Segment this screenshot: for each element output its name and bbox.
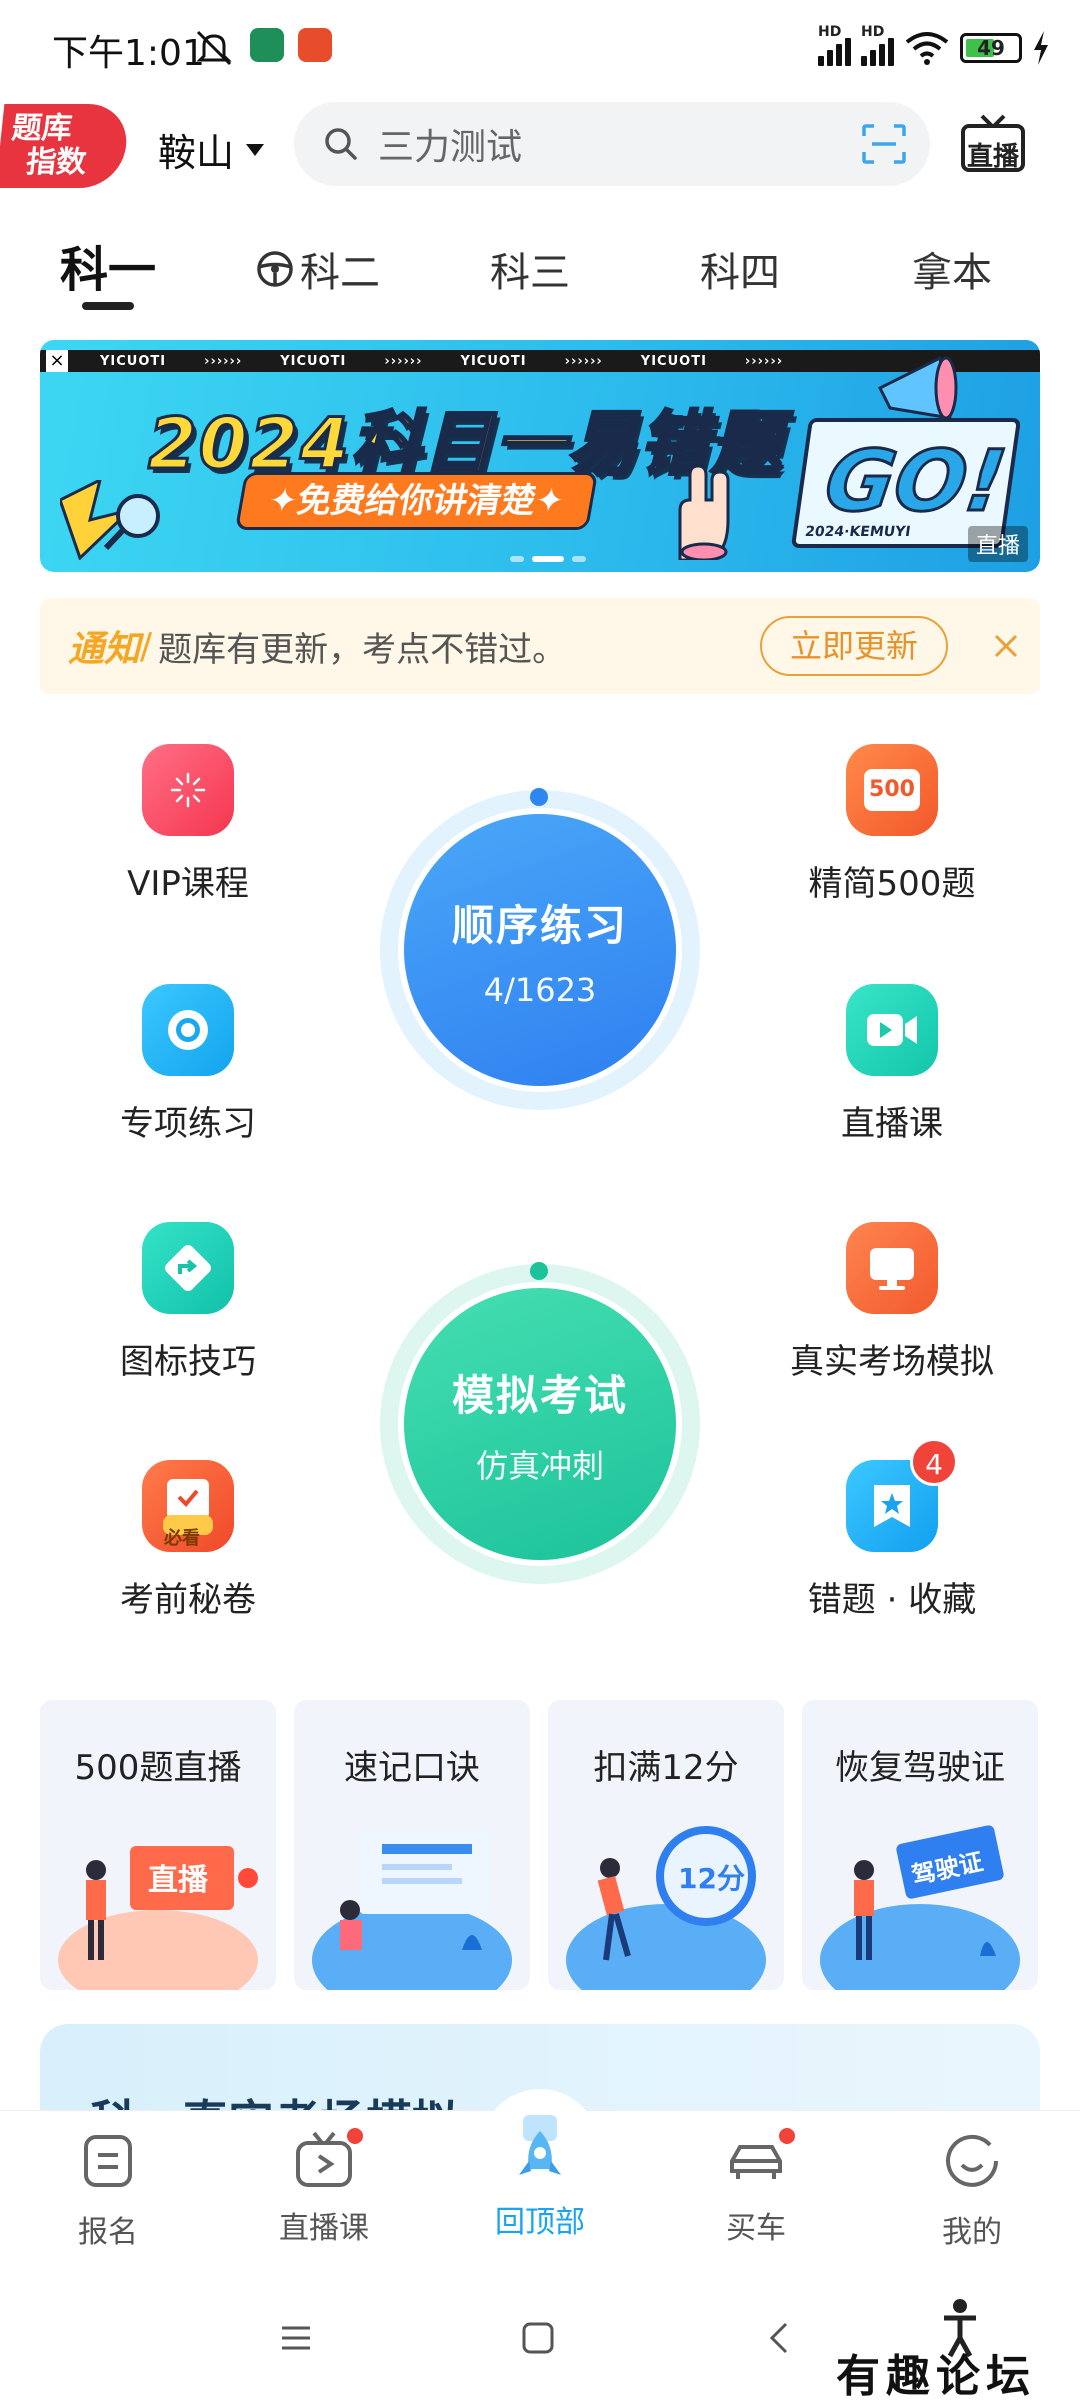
tab-subject-3[interactable]: 科三	[490, 240, 570, 298]
card-memory-tips[interactable]: 速记口诀	[294, 1700, 530, 1990]
nav-live-course[interactable]: 直播课	[244, 2125, 404, 2247]
target-icon	[142, 984, 234, 1076]
city-label: 鞍山	[158, 131, 235, 175]
document-icon	[84, 2135, 132, 2187]
card-500-live[interactable]: 500题直播 直播	[40, 1700, 276, 1990]
status-bar: 下午1:01 HD HD 49	[0, 0, 1080, 96]
banner-subtitle: ✦免费给你讲清楚✦	[234, 472, 599, 530]
real-exam-simulation-button[interactable]: 真实考场模拟	[772, 1222, 1012, 1383]
progress-dot	[530, 788, 548, 806]
wifi-icon	[905, 32, 949, 65]
header: 题库 指数 鞍山 三力测试 直播	[0, 100, 1080, 192]
notice-text: 题库有更新，考点不错过。	[158, 629, 567, 670]
search-bar[interactable]: 三力测试	[294, 102, 930, 186]
active-tab-indicator	[82, 302, 134, 310]
points-illustration: 12分	[566, 1826, 766, 1990]
rocket-icon	[519, 2115, 561, 2175]
special-practice-button[interactable]: 专项练习	[68, 984, 308, 1145]
license-illustration: 驾驶证	[820, 1825, 1020, 1990]
question-bank-index-badge[interactable]: 题库 指数	[0, 104, 131, 188]
live-illustration: 直播	[58, 1846, 258, 1990]
update-notice: 通知 / 题库有更新，考点不错过。 立即更新	[40, 598, 1040, 694]
study-illustration	[312, 1830, 512, 1990]
card-12-points[interactable]: 扣满12分 12分	[548, 1700, 784, 1990]
steering-wheel-icon	[257, 251, 293, 287]
live-course-button[interactable]: 直播课	[772, 984, 1012, 1145]
bottom-navigation: 报名 直播课 回顶部 买车 我的	[0, 2089, 1080, 2260]
tab-subject-1[interactable]: 科一	[60, 230, 156, 300]
mistakes-count-badge: 4	[910, 1438, 958, 1486]
home-icon[interactable]	[514, 2314, 562, 2362]
app-notification-icon-2	[298, 28, 332, 62]
mistakes-favorites-button[interactable]: 4 错题 · 收藏	[772, 1438, 1012, 1621]
sequential-practice-title: 顺序练习	[451, 900, 628, 950]
live-tv-button[interactable]: 直播	[960, 114, 1026, 174]
mock-exam-button[interactable]: 模拟考试 仿真冲刺	[380, 1262, 700, 1584]
sequential-progress: 4/1623	[483, 970, 597, 1009]
magnifier-illustration-icon	[60, 480, 160, 560]
app-notification-icon	[250, 28, 284, 62]
back-icon[interactable]	[756, 2314, 804, 2362]
scan-icon[interactable]	[860, 122, 908, 166]
smile-icon	[946, 2134, 998, 2187]
notification-dot	[776, 2125, 798, 2147]
caret-down-icon	[246, 143, 265, 156]
mute-icon	[196, 30, 232, 66]
search-icon	[325, 128, 357, 160]
mock-exam-title: 模拟考试	[451, 1370, 628, 1420]
signal-icon: HD	[818, 24, 851, 66]
promo-banner[interactable]: YICUOTI ›››››› YICUOTI ›››››› YICUOTI ›››››…	[40, 340, 1040, 572]
sign-tips-button[interactable]: 图标技巧	[68, 1222, 308, 1383]
banner-close-icon[interactable]: ×	[46, 350, 68, 372]
signal-icon-2: HD	[861, 24, 894, 66]
tab-subject-4[interactable]: 科四	[700, 240, 780, 298]
search-input[interactable]: 三力测试	[378, 118, 522, 170]
nav-profile[interactable]: 我的	[892, 2131, 1052, 2251]
battery-icon: 49	[960, 33, 1022, 63]
svg-text:直播: 直播	[148, 1863, 209, 1898]
tab-license[interactable]: 拿本	[912, 240, 992, 298]
sequential-practice-button[interactable]: 顺序练习 4/1623	[380, 788, 700, 1110]
forum-watermark: 有趣论坛	[836, 2351, 1036, 2400]
progress-dot	[530, 1262, 548, 1280]
nav-back-to-top[interactable]: 回顶部	[460, 2111, 620, 2241]
banner-live-tag: 直播	[967, 526, 1028, 562]
notification-dot	[344, 2125, 366, 2147]
menu-icon[interactable]	[272, 2314, 320, 2362]
card-restore-license[interactable]: 恢复驾驶证 驾驶证	[802, 1700, 1038, 1990]
notice-label: 通知	[68, 629, 141, 670]
vip-course-button[interactable]: VIP课程	[68, 744, 308, 905]
status-time: 下午1:01	[52, 33, 205, 74]
charging-icon	[1034, 31, 1048, 65]
monitor-icon	[846, 1222, 938, 1314]
vip-icon	[142, 744, 234, 836]
svg-text:12分: 12分	[678, 1862, 745, 1895]
road-sign-icon	[142, 1222, 234, 1314]
city-selector[interactable]: 鞍山	[158, 122, 265, 177]
update-now-button[interactable]: 立即更新	[760, 616, 948, 676]
pre-exam-secret-button[interactable]: 必看 考前秘卷	[68, 1460, 308, 1621]
subject-tabs: 科一 科二 科三 科四 拿本	[0, 230, 1080, 310]
tab-subject-2[interactable]: 科二	[256, 240, 380, 298]
500-icon: 500	[846, 744, 938, 836]
nav-signup[interactable]: 报名	[28, 2131, 188, 2251]
mock-exam-subtitle: 仿真冲刺	[475, 1446, 604, 1485]
banner-pagination	[510, 556, 586, 562]
exam-paper-icon: 必看	[142, 1460, 234, 1552]
video-camera-icon	[846, 984, 938, 1076]
streamlined-500-button[interactable]: 500 精简500题	[772, 744, 1012, 905]
bookmark-star-icon: 4	[846, 1438, 958, 1552]
close-icon[interactable]	[988, 628, 1024, 664]
hand-gesture-illustration	[678, 464, 730, 560]
nav-buy-car[interactable]: 买车	[676, 2125, 836, 2247]
